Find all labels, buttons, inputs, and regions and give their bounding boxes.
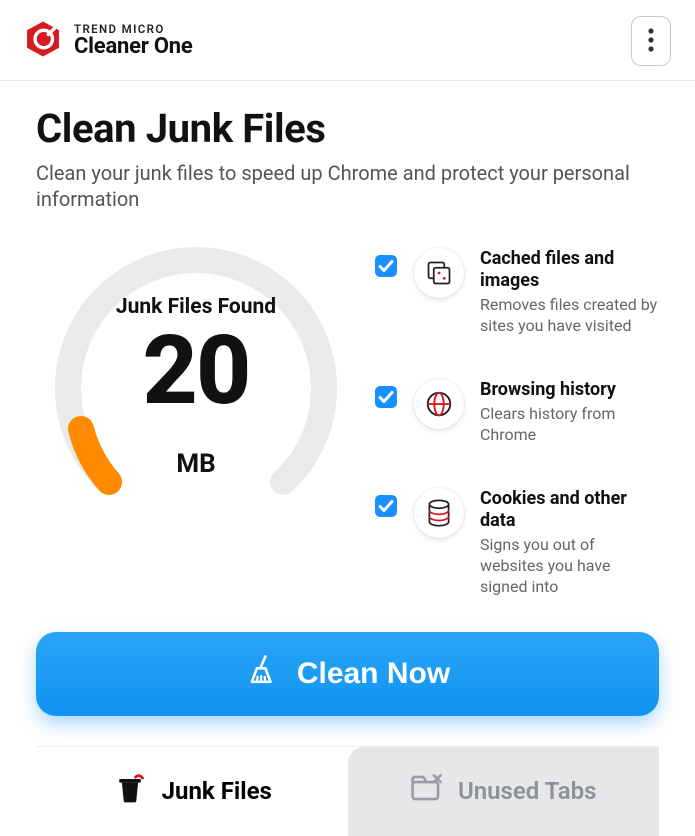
tab-junk-files[interactable]: Junk Files <box>36 747 348 836</box>
main-content: Clean Junk Files Clean your junk files t… <box>0 81 695 836</box>
app-window: TREND MICRO Cleaner One Clean Junk Files… <box>0 0 695 820</box>
option-title: Cached files and images <box>480 248 659 291</box>
gauge-center: Junk Files Found 20 MB <box>46 242 346 522</box>
option-desc: Clears history from Chrome <box>480 404 659 446</box>
content-row: Junk Files Found 20 MB <box>36 242 659 598</box>
tabs-folder-icon <box>410 773 444 809</box>
option-cookies: Cookies and other data Signs you out of … <box>374 488 659 598</box>
option-cached-files: Cached files and images Removes files cr… <box>374 248 659 337</box>
checkbox-checked-icon <box>374 254 398 278</box>
option-title: Browsing history <box>480 379 659 401</box>
option-title: Cookies and other data <box>480 488 659 531</box>
tab-unused-tabs-label: Unused Tabs <box>458 777 597 805</box>
checkbox-checked-icon <box>374 494 398 518</box>
clean-now-label: Clean Now <box>297 657 450 691</box>
option-desc: Signs you out of websites you have signe… <box>480 535 659 597</box>
app-header: TREND MICRO Cleaner One <box>0 0 695 81</box>
brand: TREND MICRO Cleaner One <box>24 20 193 62</box>
brand-name-bottom: Cleaner One <box>74 35 193 58</box>
checkbox-browsing-history[interactable] <box>374 385 398 413</box>
database-icon <box>414 488 464 538</box>
option-browsing-history: Browsing history Clears history from Chr… <box>374 379 659 446</box>
tab-junk-files-label: Junk Files <box>162 777 272 805</box>
clean-now-button[interactable]: Clean Now <box>36 632 659 716</box>
gauge-value: 20 <box>143 323 250 419</box>
checkbox-cached-files[interactable] <box>374 254 398 282</box>
more-menu-button[interactable] <box>631 16 671 66</box>
broom-icon <box>245 653 279 695</box>
checkbox-checked-icon <box>374 385 398 409</box>
trendmicro-logo-icon <box>24 20 62 62</box>
page-title: Clean Junk Files <box>36 105 659 152</box>
tab-unused-tabs[interactable]: Unused Tabs <box>348 747 660 836</box>
kebab-menu-icon <box>648 28 654 55</box>
page-subtitle: Clean your junk files to speed up Chrome… <box>36 160 656 212</box>
gauge: Junk Files Found 20 MB <box>46 242 346 522</box>
option-desc: Removes files created by sites you have … <box>480 295 659 337</box>
globe-icon <box>414 379 464 429</box>
option-text: Browsing history Clears history from Chr… <box>480 379 659 446</box>
gauge-panel: Junk Files Found 20 MB <box>36 242 356 598</box>
cached-files-icon <box>414 248 464 298</box>
option-text: Cached files and images Removes files cr… <box>480 248 659 337</box>
gauge-unit: MB <box>176 449 215 479</box>
option-text: Cookies and other data Signs you out of … <box>480 488 659 598</box>
checkbox-cookies[interactable] <box>374 494 398 522</box>
bottom-tabs: Junk Files Unused Tabs <box>36 746 659 836</box>
options-list: Cached files and images Removes files cr… <box>374 242 659 598</box>
brand-text: TREND MICRO Cleaner One <box>74 23 193 58</box>
trash-icon <box>112 770 148 812</box>
